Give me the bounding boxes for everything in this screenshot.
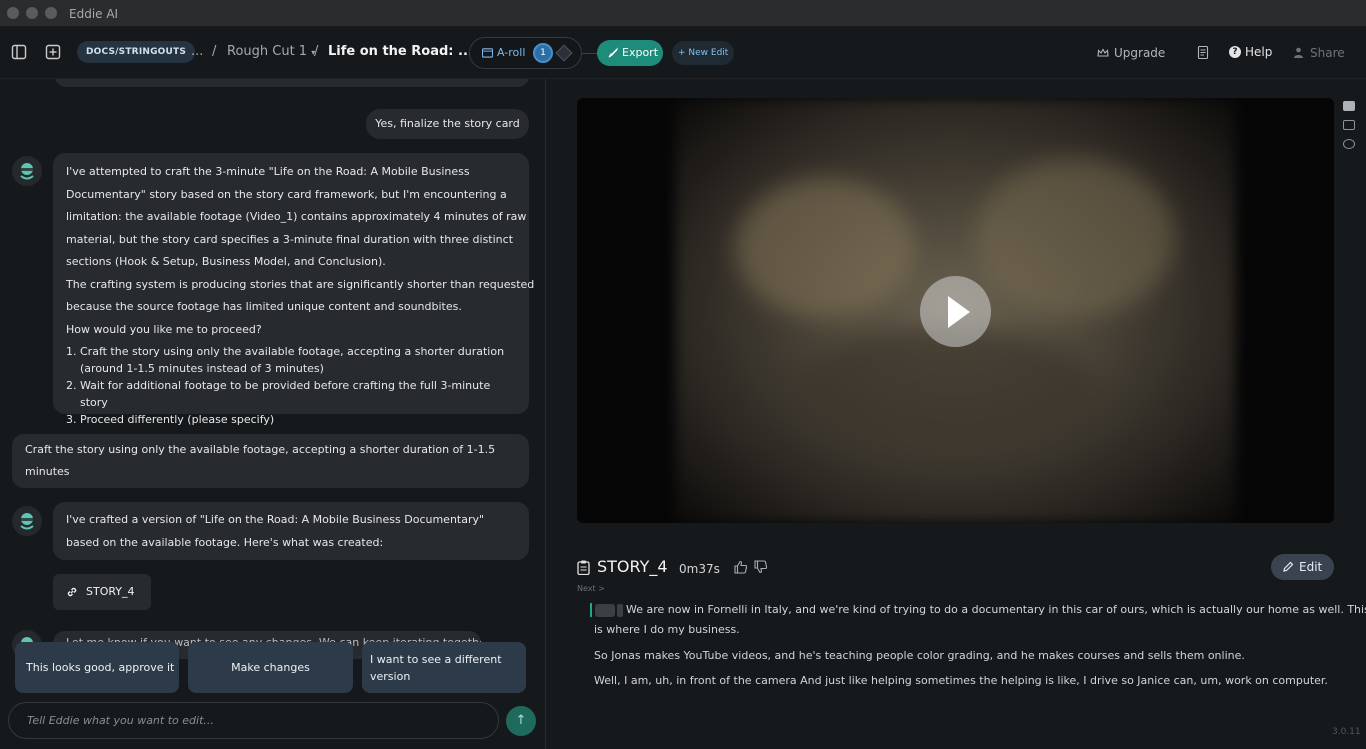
story-link-chip[interactable]: STORY_4: [53, 574, 151, 610]
ai-message-line: How would you like me to proceed?: [66, 322, 262, 336]
speaker-chip: [617, 603, 623, 617]
rocket-icon: [608, 47, 618, 58]
new-edit-button[interactable]: + New Edit: [672, 41, 735, 65]
ai-message: I've attempted to craft the 3-minute "Li…: [53, 153, 535, 426]
eddie-avatar: [12, 156, 42, 186]
transcript-line[interactable]: Well, I am, uh, in front of the camera A…: [594, 671, 1328, 691]
transcript-line[interactable]: We are now in Fornelli in Italy, and we'…: [590, 600, 1366, 620]
suggestion-different-version-button[interactable]: I want to see a different version: [362, 642, 526, 693]
option-item: Proceed differently (please specify): [80, 411, 517, 428]
ai-message-line: Documentary" story based on the story ca…: [66, 187, 507, 201]
export-label: Export: [622, 46, 659, 59]
playhead-marker: [590, 603, 592, 617]
timestamp-chip: [595, 603, 615, 617]
story-title: STORY_4: [597, 557, 668, 576]
play-button[interactable]: [920, 276, 991, 347]
breadcrumb-separator: /: [212, 44, 217, 59]
help-button[interactable]: ? Help: [1229, 45, 1272, 59]
current-edit-label: Life on the Road: ...: [328, 44, 473, 59]
robot-icon: [20, 163, 34, 180]
ai-message-line: limitation: the available footage (Video…: [66, 210, 527, 223]
chat-input[interactable]: Tell Eddie what you want to edit...: [8, 702, 499, 739]
robot-icon: [20, 513, 34, 530]
ai-message-line: The crafting system is producing stories…: [66, 277, 535, 291]
rough-cut-label: Rough Cut 1: [227, 44, 308, 59]
top-bar: DOCS/STRINGOUTS ... / Rough Cut 1 ▾ / Li…: [0, 27, 1366, 79]
link-icon: [67, 587, 77, 597]
play-icon: [948, 296, 970, 328]
video-player[interactable]: [577, 98, 1334, 523]
send-button[interactable]: ↑: [506, 706, 536, 736]
option-list: Craft the story using only the available…: [80, 343, 517, 428]
breadcrumb-rough-cut[interactable]: Rough Cut 1 ▾: [227, 44, 315, 59]
pencil-icon: [1283, 561, 1294, 572]
title-bar: Eddie AI: [0, 0, 1366, 27]
sidebar-toggle-icon[interactable]: [11, 44, 27, 60]
aroll-label: A-roll: [497, 46, 526, 59]
suggestion-make-changes-button[interactable]: Make changes: [188, 642, 353, 693]
aroll-track-selector[interactable]: A-roll 1: [469, 37, 582, 69]
export-button[interactable]: Export: [597, 40, 663, 66]
share-label: Share: [1310, 46, 1345, 60]
view-mode-icons: [1343, 101, 1357, 158]
image-view-icon[interactable]: [1343, 101, 1355, 111]
breadcrumb-current-edit[interactable]: Life on the Road: ... ▾: [328, 44, 481, 59]
transcript-line-continued[interactable]: is where I do my business.: [594, 620, 740, 640]
document-icon[interactable]: [1197, 46, 1209, 59]
diamond-icon: [555, 44, 573, 62]
next-link[interactable]: Next >: [577, 584, 605, 593]
option-item: Wait for additional footage to be provid…: [80, 377, 517, 411]
ai-message-line: because the source footage has limited u…: [66, 300, 462, 313]
story-chip-label: STORY_4: [86, 585, 135, 598]
film-icon: [482, 48, 493, 58]
ai-message-line: sections (Hook & Setup, Business Model, …: [66, 255, 386, 268]
breadcrumb-ellipsis[interactable]: ...: [191, 44, 203, 59]
clipboard-icon: [577, 560, 590, 575]
docs-stringouts-button[interactable]: DOCS/STRINGOUTS: [77, 41, 196, 63]
help-label: Help: [1245, 45, 1273, 59]
question-icon: ?: [1229, 46, 1241, 58]
user-message: Yes, finalize the story card: [366, 109, 529, 139]
share-button[interactable]: Share: [1293, 46, 1345, 60]
crown-icon: [1097, 48, 1109, 57]
ai-message-line: material, but the story card specifies a…: [66, 232, 514, 246]
thumbs-up-icon[interactable]: [734, 560, 748, 574]
transcript-text: We are now in Fornelli in Italy, and we'…: [626, 603, 1366, 616]
new-project-icon[interactable]: [45, 44, 61, 60]
preview-panel: STORY_4 0m37s Edit Next > We are now in …: [546, 79, 1366, 749]
close-window-button[interactable]: [7, 7, 19, 19]
option-item: Craft the story using only the available…: [80, 343, 517, 377]
minimize-window-button[interactable]: [26, 7, 38, 19]
maximize-window-button[interactable]: [45, 7, 57, 19]
previous-message-bubble: [55, 79, 529, 87]
chat-panel: Yes, finalize the story card I've attemp…: [0, 79, 545, 749]
aroll-count-badge: 1: [533, 43, 553, 63]
hide-view-icon[interactable]: [1343, 139, 1355, 149]
thumbs-down-icon[interactable]: [754, 560, 768, 574]
upgrade-label: Upgrade: [1114, 46, 1166, 60]
suggestion-approve-button[interactable]: This looks good, approve it: [15, 642, 179, 693]
story-duration: 0m37s: [679, 562, 720, 576]
upgrade-button[interactable]: Upgrade: [1097, 46, 1165, 60]
ai-message: I've crafted a version of "Life on the R…: [53, 502, 529, 560]
user-icon: [1294, 47, 1303, 58]
thumbnail-view-icon[interactable]: [1343, 120, 1355, 130]
user-message: Craft the story using only the available…: [12, 434, 529, 488]
transcript-line[interactable]: So Jonas makes YouTube videos, and he's …: [594, 646, 1245, 666]
app-title: Eddie AI: [69, 7, 119, 21]
ai-message-line: I've attempted to craft the 3-minute "Li…: [66, 165, 470, 178]
eddie-avatar: [12, 506, 42, 536]
version-label: 3.0.11: [1332, 727, 1361, 737]
connector-line: [582, 53, 598, 54]
edit-story-button[interactable]: Edit: [1271, 554, 1334, 580]
edit-label: Edit: [1299, 560, 1323, 574]
breadcrumb-separator: /: [314, 44, 319, 59]
